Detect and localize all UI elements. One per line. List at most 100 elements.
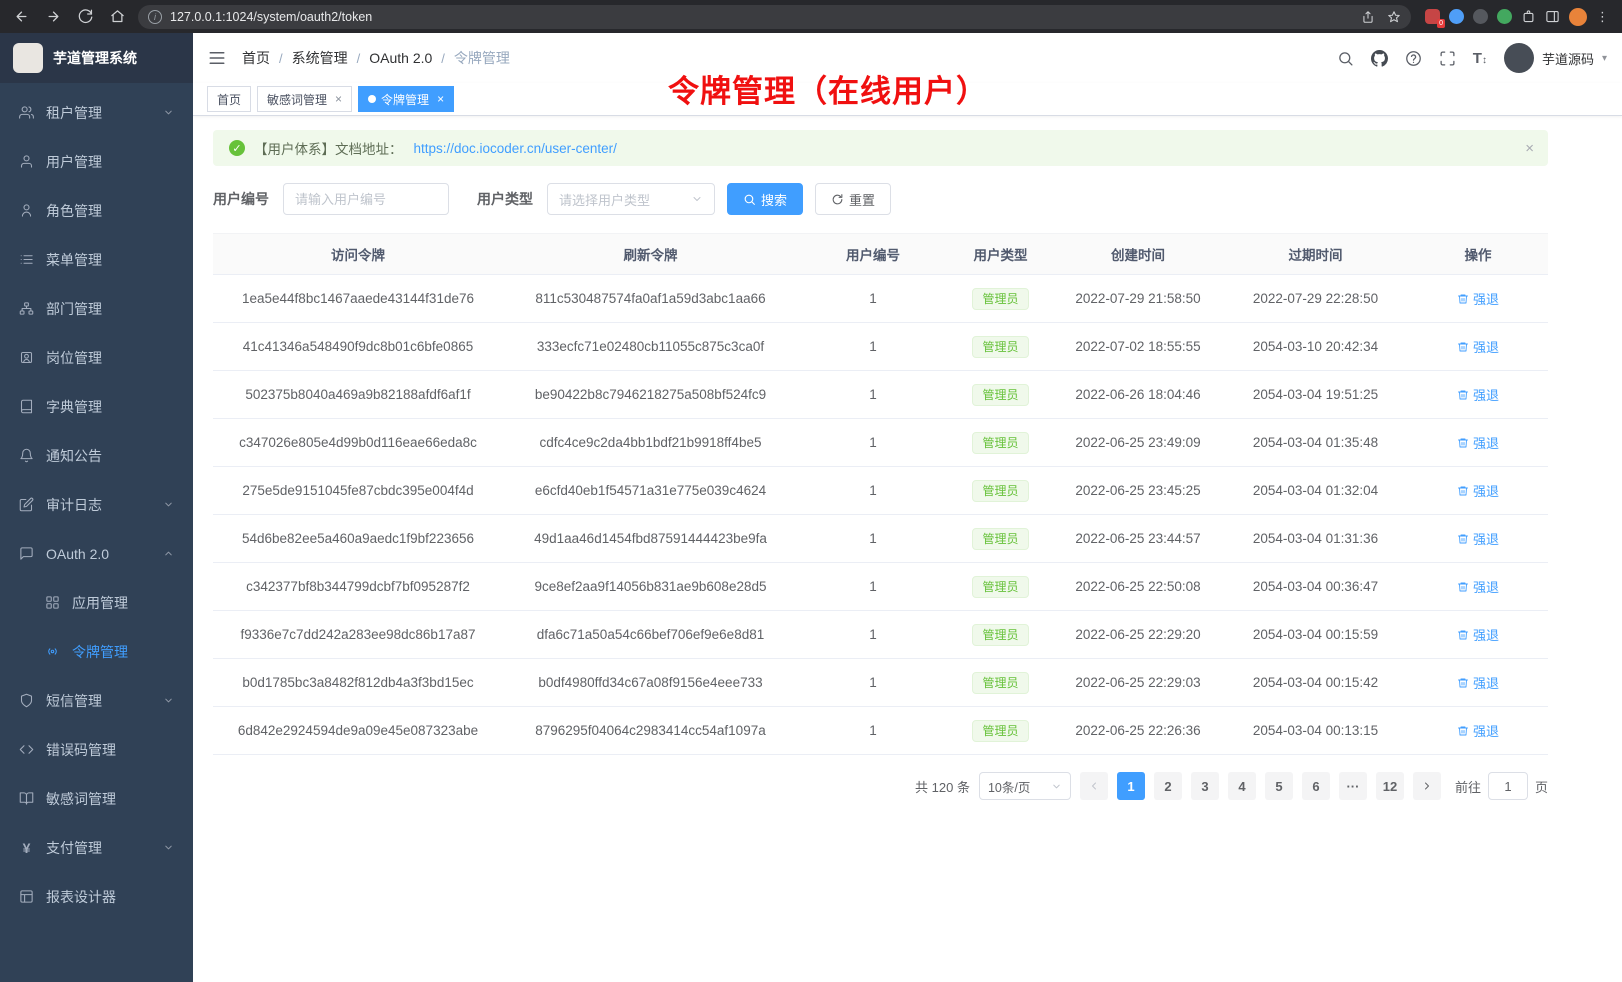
force-logout-button[interactable]: 强退 (1457, 529, 1499, 548)
sidebar-item-oauth-app[interactable]: 应用管理 (0, 578, 193, 627)
page-size-select[interactable]: 10条/页 (979, 772, 1071, 800)
refresh-token-cell: 8796295f04064c2983414cc54af1097a (503, 707, 798, 755)
page-button-6[interactable]: 6 (1302, 772, 1330, 800)
browser-profile-avatar[interactable] (1569, 8, 1587, 26)
font-size-icon[interactable]: T↕ (1473, 50, 1487, 67)
extension-blue-icon[interactable] (1449, 9, 1464, 24)
fullscreen-icon[interactable] (1439, 50, 1456, 67)
user-menu[interactable]: 芋道源码 ▾ (1504, 43, 1607, 73)
page-button-2[interactable]: 2 (1154, 772, 1182, 800)
force-logout-button[interactable]: 强退 (1457, 385, 1499, 404)
search-button[interactable]: 搜索 (727, 183, 803, 215)
page-button-3[interactable]: 3 (1191, 772, 1219, 800)
close-icon[interactable]: × (1525, 140, 1534, 157)
users-icon (19, 105, 34, 120)
chevron-up-icon (163, 548, 174, 559)
expire-time-cell: 2054-03-04 00:15:59 (1223, 611, 1408, 659)
tab-home[interactable]: 首页 (207, 86, 251, 112)
sidebar-item-oauth-token[interactable]: 令牌管理 (0, 627, 193, 676)
breadcrumb-home[interactable]: 首页 (242, 48, 270, 68)
sidebar-item-oauth[interactable]: OAuth 2.0 (0, 529, 193, 578)
breadcrumb-oauth[interactable]: OAuth 2.0 (369, 50, 432, 66)
github-icon[interactable] (1371, 50, 1388, 67)
next-page-button[interactable] (1413, 772, 1441, 800)
force-logout-button[interactable]: 强退 (1457, 289, 1499, 308)
actions-cell: 强退 (1408, 515, 1548, 563)
extension-red-icon[interactable]: 0 (1425, 9, 1440, 24)
sidebar-item-audit-log[interactable]: 审计日志 (0, 480, 193, 529)
sidebar-item-post[interactable]: 岗位管理 (0, 333, 193, 382)
prev-page-button[interactable] (1080, 772, 1108, 800)
page-more-button[interactable]: ··· (1339, 772, 1367, 800)
access-token-cell: 6d842e2924594de9a09e45e087323abe (213, 707, 503, 755)
close-icon[interactable]: × (437, 92, 444, 106)
search-icon[interactable] (1337, 50, 1354, 67)
browser-home-button[interactable] (106, 6, 128, 28)
sidebar-item-notice[interactable]: 通知公告 (0, 431, 193, 480)
share-icon[interactable] (1361, 10, 1375, 24)
user-type-select[interactable]: 请选择用户类型 (547, 183, 715, 215)
sidebar-item-sms[interactable]: 短信管理 (0, 676, 193, 725)
breadcrumb-system[interactable]: 系统管理 (292, 48, 348, 68)
page-button-5[interactable]: 5 (1265, 772, 1293, 800)
access-token-cell: 1ea5e44f8bc1467aaede43144f31de76 (213, 275, 503, 323)
extension-dark-icon[interactable] (1473, 9, 1488, 24)
sidebar-item-dict[interactable]: 字典管理 (0, 382, 193, 431)
sidebar-item-dept[interactable]: 部门管理 (0, 284, 193, 333)
sidebar-item-role[interactable]: 角色管理 (0, 186, 193, 235)
site-info-icon[interactable]: i (148, 10, 162, 24)
goto-page-input[interactable] (1488, 772, 1528, 800)
browser-back-button[interactable] (10, 6, 32, 28)
browser-forward-button[interactable] (42, 6, 64, 28)
sidebar-item-error-code[interactable]: 错误码管理 (0, 725, 193, 774)
extensions-puzzle-icon[interactable] (1521, 9, 1536, 24)
browser-menu-icon[interactable]: ⋮ (1596, 9, 1608, 25)
refresh-token-cell: 9ce8ef2aa9f14056b831ae9b608e28d5 (503, 563, 798, 611)
trash-icon (1457, 341, 1469, 353)
tab-sensitive-word[interactable]: 敏感词管理 × (257, 86, 352, 112)
browser-reload-button[interactable] (74, 6, 96, 28)
book-icon (19, 399, 34, 414)
sidebar-item-pay[interactable]: ¥ 支付管理 (0, 823, 193, 872)
refresh-token-cell: 811c530487574fa0af1a59d3abc1aa66 (503, 275, 798, 323)
url-text[interactable]: 127.0.0.1:1024/system/oauth2/token (170, 10, 1353, 24)
page-button-12[interactable]: 12 (1376, 772, 1404, 800)
force-logout-button[interactable]: 强退 (1457, 433, 1499, 452)
sidebar-item-sensitive-word[interactable]: 敏感词管理 (0, 774, 193, 823)
force-logout-button[interactable]: 强退 (1457, 673, 1499, 692)
doc-alert-link[interactable]: https://doc.iocoder.cn/user-center/ (414, 141, 617, 156)
user-type-cell: 管理员 (948, 611, 1053, 659)
table-row: b0d1785bc3a8482f812db4a3f3bd15ec b0df498… (213, 659, 1548, 707)
table-row: f9336e7c7dd242a283ee98dc86b17a87 dfa6c71… (213, 611, 1548, 659)
user-type-badge: 管理员 (972, 720, 1028, 742)
refresh-token-cell: 49d1aa46d1454fbd87591444423be9fa (503, 515, 798, 563)
bookmark-star-icon[interactable] (1387, 10, 1401, 24)
sidebar-item-label: 报表设计器 (46, 887, 116, 907)
force-logout-button[interactable]: 强退 (1457, 337, 1499, 356)
sidebar-item-tenant[interactable]: 租户管理 (0, 88, 193, 137)
sidebar-item-report-designer[interactable]: 报表设计器 (0, 872, 193, 921)
close-icon[interactable]: × (335, 92, 342, 106)
access-token-cell: 54d6be82ee5a460a9aedc1f9bf223656 (213, 515, 503, 563)
search-form: 用户编号 用户类型 请选择用户类型 搜索 重置 (213, 183, 1548, 215)
force-logout-button[interactable]: 强退 (1457, 481, 1499, 500)
actions-cell: 强退 (1408, 467, 1548, 515)
force-logout-button[interactable]: 强退 (1457, 721, 1499, 740)
reset-button[interactable]: 重置 (815, 183, 891, 215)
help-icon[interactable] (1405, 50, 1422, 67)
side-panel-icon[interactable] (1545, 9, 1560, 24)
user-id-input[interactable] (283, 183, 449, 215)
sidebar-item-menu[interactable]: 菜单管理 (0, 235, 193, 284)
force-logout-button[interactable]: 强退 (1457, 625, 1499, 644)
page-button-1[interactable]: 1 (1117, 772, 1145, 800)
user-type-label: 用户类型 (477, 189, 533, 209)
tab-token-active[interactable]: 令牌管理 × (358, 86, 454, 112)
address-bar[interactable]: i 127.0.0.1:1024/system/oauth2/token (138, 5, 1411, 29)
user-type-cell: 管理员 (948, 419, 1053, 467)
sidebar-item-user[interactable]: 用户管理 (0, 137, 193, 186)
actions-cell: 强退 (1408, 563, 1548, 611)
sidebar-collapse-button[interactable] (208, 49, 226, 67)
extension-green-icon[interactable] (1497, 9, 1512, 24)
page-button-4[interactable]: 4 (1228, 772, 1256, 800)
force-logout-button[interactable]: 强退 (1457, 577, 1499, 596)
